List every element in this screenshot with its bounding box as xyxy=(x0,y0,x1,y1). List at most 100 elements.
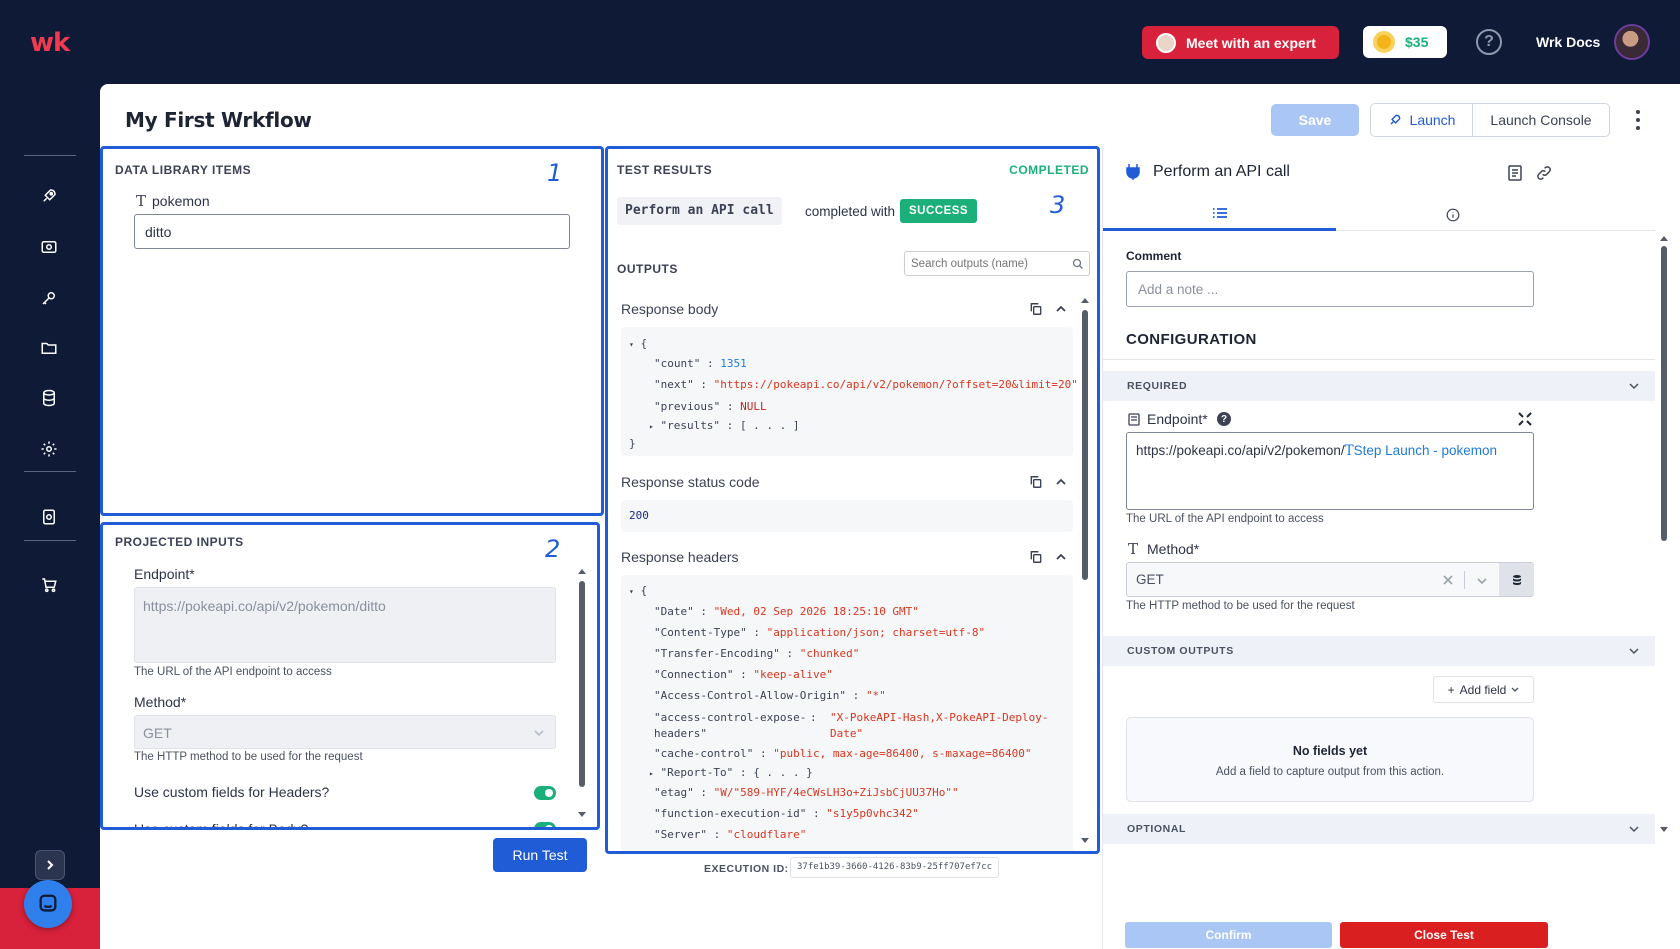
method-help: The HTTP method to be used for the reque… xyxy=(1126,600,1355,612)
launch-console-button[interactable]: Launch Console xyxy=(1473,104,1609,136)
required-section-header[interactable]: REQUIRED xyxy=(1103,371,1655,401)
outputs-title: OUTPUTS xyxy=(617,262,678,276)
header-line: "cache-control" : "public, max-age=86400… xyxy=(654,747,1032,760)
scroll-up-icon[interactable] xyxy=(577,567,587,575)
variable-picker-button[interactable] xyxy=(1499,563,1534,596)
header-line: "function-execution-id" : "s1y5p0vhc342" xyxy=(654,807,919,820)
rocket-icon[interactable] xyxy=(40,187,58,205)
method-help: The HTTP method to be used for the reque… xyxy=(134,751,363,763)
json-line-results[interactable]: ▸ "results" : [ . . . ] xyxy=(649,419,800,432)
workflow-title[interactable]: My First Wrkflow xyxy=(125,108,312,132)
copy-icon xyxy=(1030,476,1042,488)
scroll-up-icon[interactable] xyxy=(1659,234,1669,242)
data-library-title: DATA LIBRARY ITEMS xyxy=(115,163,252,177)
meet-expert-button[interactable]: Meet with an expert xyxy=(1142,26,1339,59)
expert-avatar xyxy=(1156,32,1176,53)
sidebar-expand-button[interactable] xyxy=(35,850,65,880)
expand-icon xyxy=(1518,412,1532,426)
chat-support-button[interactable] xyxy=(24,880,72,928)
test-results-panel: TEST RESULTS COMPLETED 3 Perform an API … xyxy=(605,146,1100,854)
json-open: ▾ { xyxy=(629,584,648,597)
endpoint-field: https://pokeapi.co/api/v2/pokemon/ditto xyxy=(134,587,556,663)
data-item-input[interactable]: ditto xyxy=(134,214,570,249)
monitor-icon[interactable] xyxy=(40,238,58,256)
json-line-previous: "previous" : NULL xyxy=(654,400,767,413)
response-status-code: 200 xyxy=(621,500,1073,532)
custom-headers-toggle[interactable] xyxy=(534,786,556,800)
execution-id-value[interactable]: 37fe1b39-3660-4126-83b9-25ff707ef7cc xyxy=(790,857,1000,878)
scroll-down-icon[interactable] xyxy=(1080,837,1090,845)
test-status: COMPLETED xyxy=(1009,163,1089,177)
step-tabs xyxy=(1103,198,1655,231)
custom-outputs-label: CUSTOM OUTPUTS xyxy=(1127,645,1234,657)
header-line: "Connection" : "keep-alive" xyxy=(654,668,833,681)
outputs-search[interactable] xyxy=(904,251,1090,276)
add-field-label: Add field xyxy=(1459,682,1507,697)
header-line: "etag" : "W/"589-HYF/4eCWsLH3o+ZiJsbCjUU… xyxy=(654,786,959,799)
optional-section-header[interactable]: OPTIONAL xyxy=(1103,814,1655,844)
custom-body-toggle[interactable] xyxy=(534,822,556,827)
cart-icon[interactable] xyxy=(40,576,58,594)
header-line: "Access-Control-Allow-Origin" : "*" xyxy=(654,689,886,702)
sidebar-divider xyxy=(24,471,76,472)
database-icon[interactable] xyxy=(40,389,58,407)
confirm-button[interactable]: Confirm xyxy=(1125,922,1332,948)
clear-icon xyxy=(1443,575,1453,585)
list-icon xyxy=(1212,208,1227,218)
close-test-button[interactable]: Close Test xyxy=(1340,922,1548,948)
add-field-button[interactable]: + Add field xyxy=(1433,676,1534,703)
save-button[interactable]: Save xyxy=(1271,104,1359,136)
divider xyxy=(1103,359,1655,360)
scrollbar[interactable] xyxy=(579,581,585,787)
help-icon[interactable]: ? xyxy=(1476,29,1502,55)
json-open: ▾ { xyxy=(629,337,648,350)
billing-icon[interactable] xyxy=(40,508,58,526)
configuration-heading: CONFIGURATION xyxy=(1126,331,1257,348)
header-line-expandable[interactable]: ▸ "Report-To" : { . . . } xyxy=(649,766,813,779)
header-line: "Date" : "Wed, 02 Sep 2026 18:25:10 GMT" xyxy=(654,605,919,618)
method-select[interactable]: GET xyxy=(1126,562,1534,597)
scrollbar[interactable] xyxy=(1082,310,1088,580)
endpoint-help: The URL of the API endpoint to access xyxy=(1126,513,1324,525)
credits-badge[interactable]: $35 xyxy=(1363,26,1447,58)
execution-id-label: EXECUTION ID: xyxy=(704,863,789,875)
run-test-button[interactable]: Run Test xyxy=(493,838,587,872)
comment-input[interactable]: Add a note ... xyxy=(1126,271,1534,307)
data-item-label-row: T pokemon xyxy=(136,192,210,210)
document-icon xyxy=(1128,413,1140,426)
text-type-icon: T xyxy=(136,192,147,210)
folder-icon[interactable] xyxy=(40,339,58,357)
header-line: "access-control-expose-headers": "X-PokeA… xyxy=(654,711,1049,740)
tab-configuration[interactable] xyxy=(1103,198,1336,231)
user-avatar[interactable] xyxy=(1614,24,1650,60)
database-icon xyxy=(1512,574,1521,585)
launch-label: Launch xyxy=(1409,112,1456,128)
tab-info[interactable] xyxy=(1336,198,1569,231)
settings-gear-icon[interactable] xyxy=(40,440,58,458)
custom-body-label: Use custom fields for Body? xyxy=(134,821,309,830)
chevron-down-icon xyxy=(1511,687,1519,692)
meet-expert-label: Meet with an expert xyxy=(1186,34,1316,51)
chevron-down-icon xyxy=(1629,383,1639,390)
main-content: My First Wrkflow Save Launch Launch Cons… xyxy=(100,84,1680,949)
app-logo[interactable]: wk xyxy=(30,28,70,58)
scroll-down-icon[interactable] xyxy=(577,811,587,819)
more-options-icon[interactable] xyxy=(1635,110,1641,130)
key-icon[interactable] xyxy=(40,289,58,307)
custom-outputs-section-header[interactable]: CUSTOM OUTPUTS xyxy=(1103,636,1655,666)
user-name[interactable]: Wrk Docs xyxy=(1536,34,1600,50)
endpoint-variable-token[interactable]: Step Launch - pokemon xyxy=(1354,443,1497,458)
optional-label: OPTIONAL xyxy=(1127,823,1187,835)
chevron-down-icon xyxy=(1477,578,1487,585)
endpoint-help-icon[interactable]: ? xyxy=(1217,412,1231,426)
info-icon xyxy=(1446,208,1459,221)
scrollbar[interactable] xyxy=(1661,246,1667,541)
scroll-up-icon[interactable] xyxy=(1080,296,1090,304)
launch-button[interactable]: Launch xyxy=(1371,104,1473,136)
scroll-down-icon[interactable] xyxy=(1659,826,1669,834)
endpoint-input[interactable]: https://pokeapi.co/api/v2/pokemon/TStep … xyxy=(1126,432,1534,510)
response-body-code: ▾ { "count" : 1351 "next" : "https://pok… xyxy=(621,327,1078,456)
completed-with-text: completed with xyxy=(805,204,896,219)
outputs-search-input[interactable] xyxy=(905,252,1065,275)
header-line: "Transfer-Encoding" : "chunked" xyxy=(654,647,860,660)
